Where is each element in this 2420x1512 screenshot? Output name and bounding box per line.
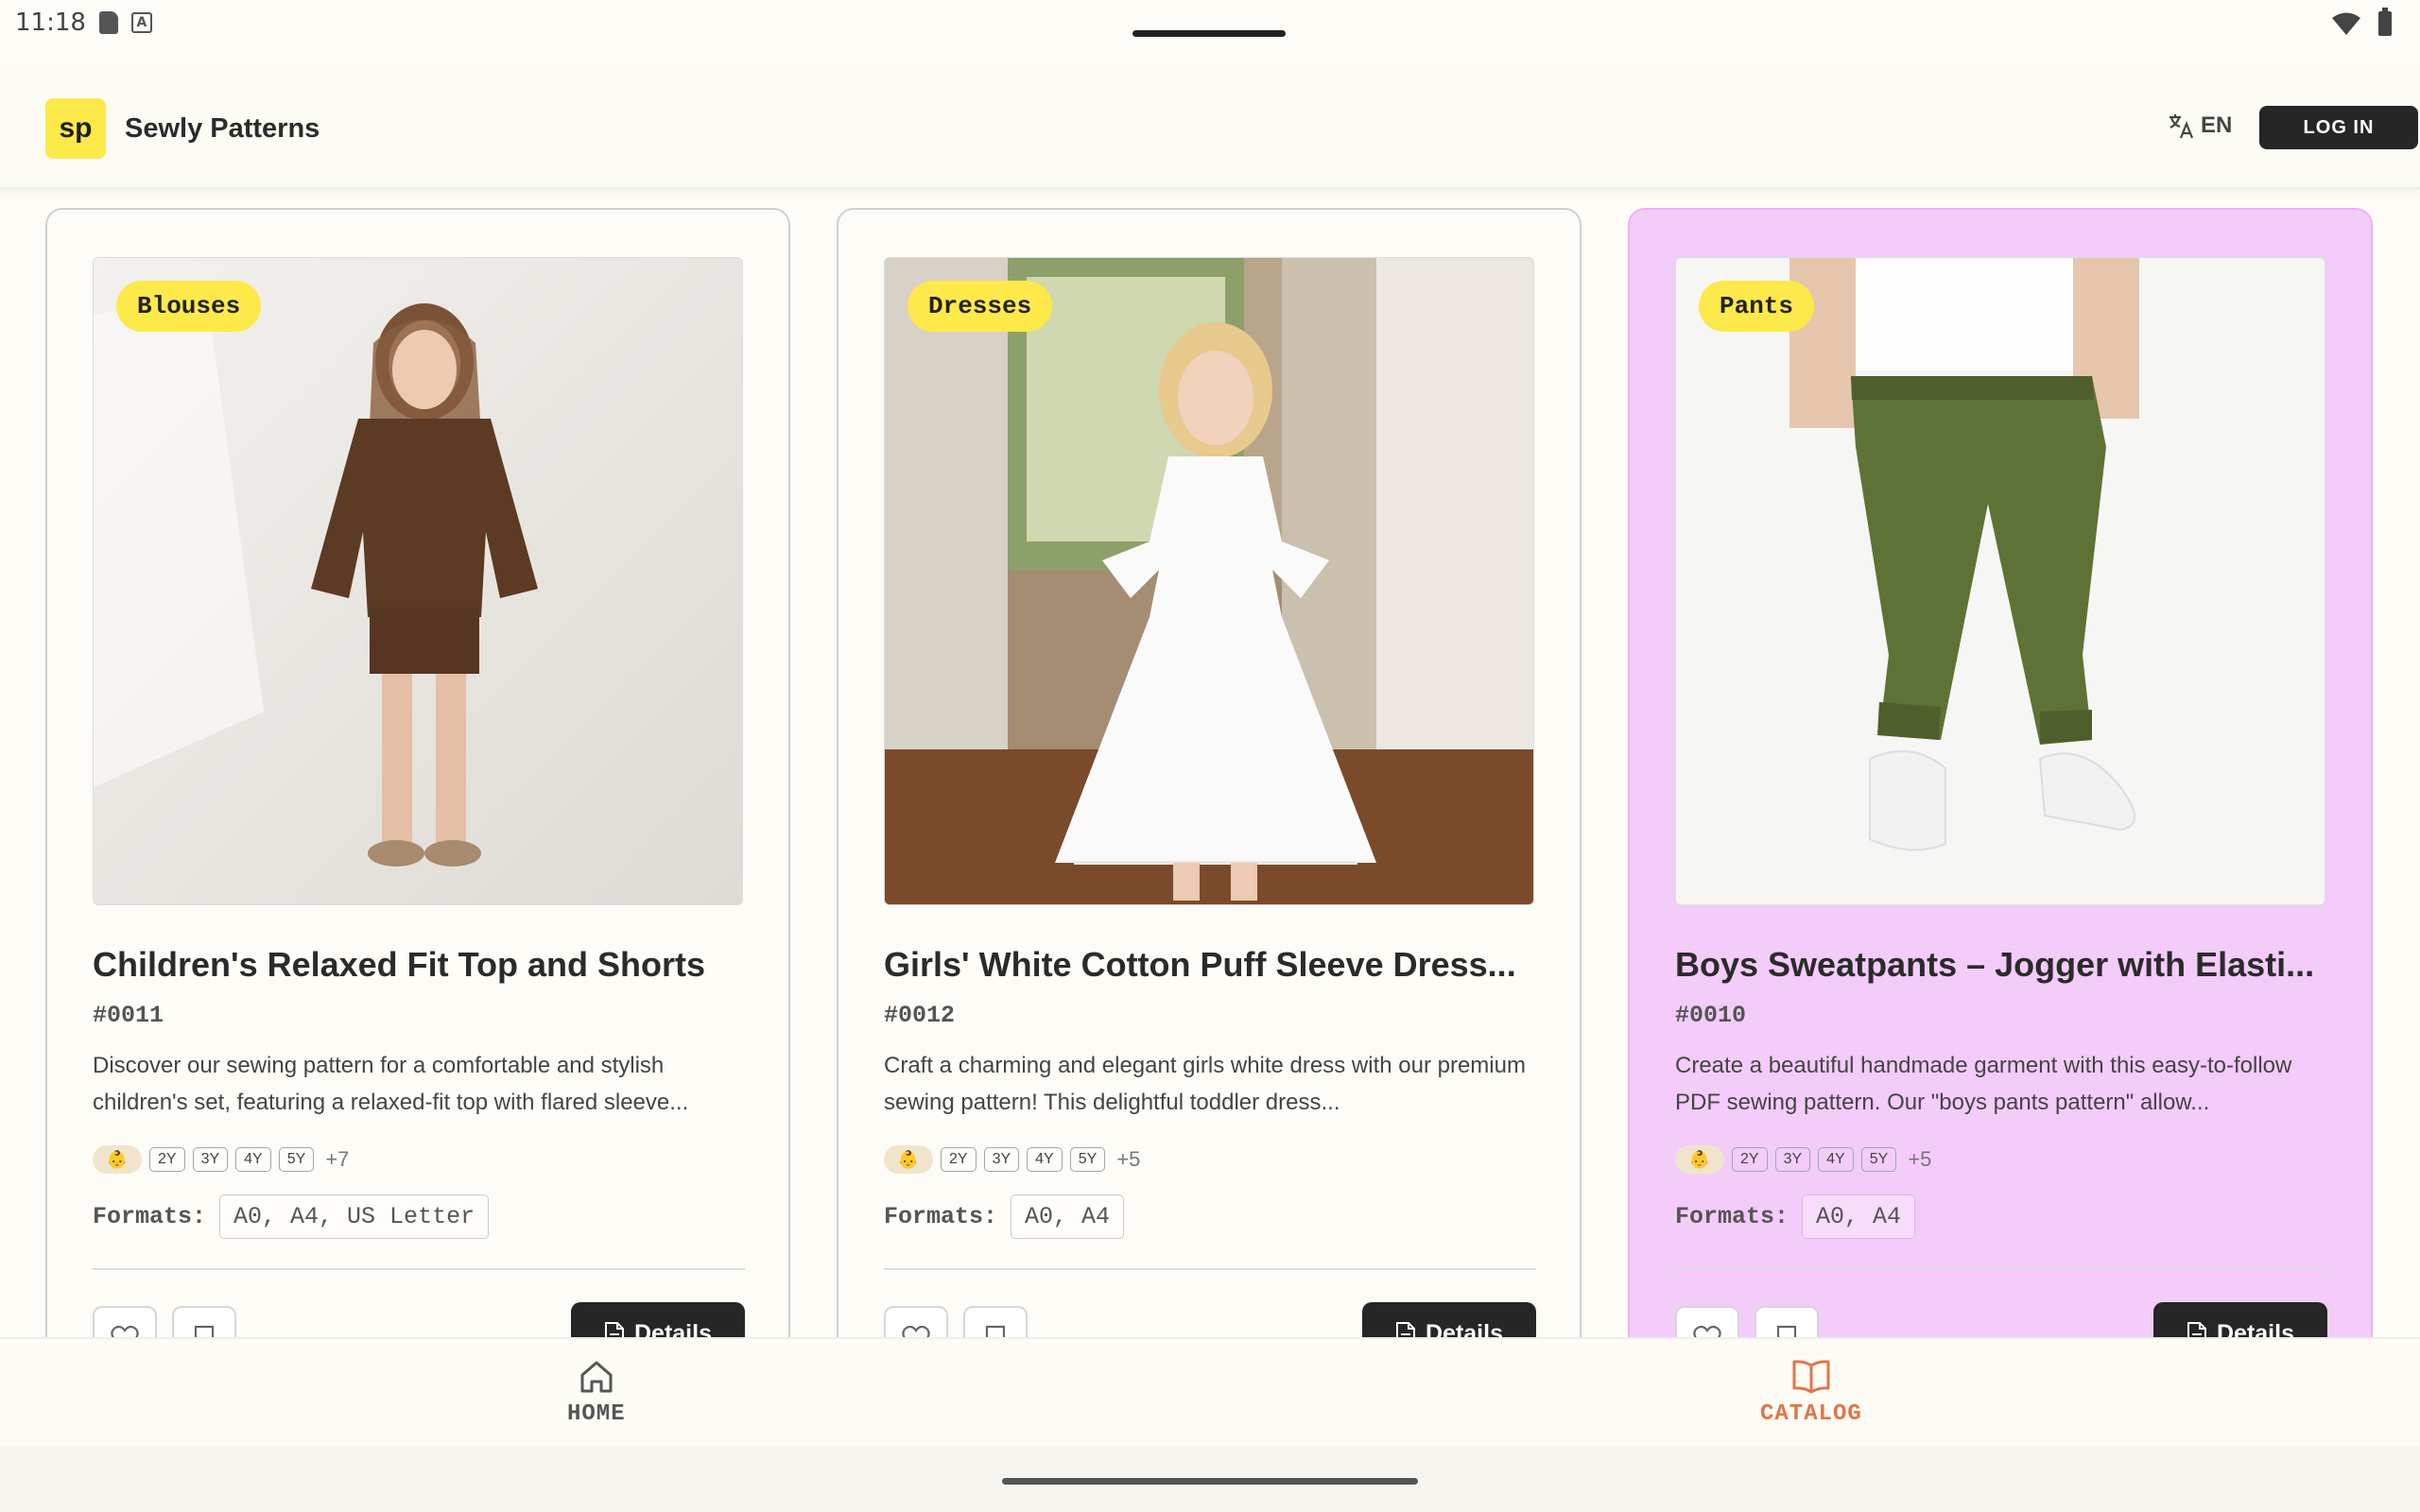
size-chip: 5Y [1069, 1147, 1106, 1172]
gesture-bar[interactable] [1002, 1478, 1418, 1485]
nav-catalog[interactable]: CATALOG [1760, 1358, 1862, 1427]
category-badge: Blouses [116, 281, 262, 332]
card-description: Discover our sewing pattern for a comfor… [93, 1053, 689, 1115]
category-badge: Pants [1699, 281, 1815, 332]
wifi-icon [2332, 12, 2360, 35]
more-sizes: +7 [325, 1147, 350, 1171]
size-chip: 5Y [278, 1147, 315, 1172]
brand[interactable]: sp Sewly Patterns [45, 98, 320, 159]
category-badge: Dresses [908, 281, 1053, 332]
document-icon [2187, 1322, 2206, 1337]
more-sizes: +5 [1908, 1147, 1932, 1171]
formats-value: A0, A4 [1802, 1194, 1916, 1239]
app-header: sp Sewly Patterns EN LOG IN [0, 66, 2420, 189]
pattern-card[interactable]: Pants Boys Sweatpants – Jogger with Elas… [1628, 208, 2373, 1337]
card-description: Create a beautiful handmade garment with… [1675, 1053, 2292, 1115]
size-list: 👶 2Y 3Y 4Y 5Y +5 [1675, 1145, 1931, 1174]
login-button[interactable]: LOG IN [2259, 106, 2418, 149]
language-label: EN [2201, 112, 2233, 138]
home-icon [580, 1361, 613, 1393]
formats-row: Formats: A0, A4 [884, 1194, 1125, 1239]
details-button[interactable]: Details [571, 1302, 745, 1337]
divider [1675, 1268, 2327, 1270]
baby-icon: 👶 [93, 1145, 142, 1174]
nav-home-label: HOME [567, 1401, 626, 1427]
details-button[interactable]: Details [1362, 1302, 1536, 1337]
product-image[interactable]: Pants [1675, 257, 2325, 905]
size-chip: 5Y [1860, 1147, 1897, 1172]
battery-icon [2378, 8, 2392, 36]
bookmark-button[interactable] [1754, 1306, 1819, 1337]
size-list: 👶 2Y 3Y 4Y 5Y +5 [884, 1145, 1140, 1174]
formats-label: Formats: [93, 1203, 207, 1230]
details-label: Details [2217, 1319, 2294, 1338]
bookmark-icon [1776, 1325, 1797, 1337]
bookmark-button[interactable] [963, 1306, 1028, 1337]
card-title[interactable]: Boys Sweatpants – Jogger with Elasti... [1675, 945, 2327, 985]
document-icon [1396, 1322, 1415, 1337]
details-label: Details [634, 1319, 712, 1338]
size-chip: 2Y [941, 1147, 977, 1172]
bookmark-button[interactable] [172, 1306, 236, 1337]
top-handle [1132, 30, 1286, 37]
translate-icon [2169, 114, 2194, 139]
heart-icon [1693, 1325, 1721, 1337]
size-list: 👶 2Y 3Y 4Y 5Y +7 [93, 1145, 349, 1174]
formats-row: Formats: A0, A4, US Letter [93, 1194, 490, 1239]
formats-label: Formats: [1675, 1203, 1789, 1230]
book-icon [1792, 1360, 1830, 1394]
formats-value: A0, A4, US Letter [219, 1194, 490, 1239]
size-chip: 2Y [1732, 1147, 1768, 1172]
details-button[interactable]: Details [2153, 1302, 2327, 1337]
baby-icon: 👶 [884, 1145, 933, 1174]
divider [93, 1268, 745, 1270]
card-title[interactable]: Children's Relaxed Fit Top and Shorts [93, 945, 745, 985]
pattern-card[interactable]: Blouses Children's Relaxed Fit Top and S… [45, 208, 790, 1337]
bottom-navigation: HOME CATALOG [0, 1337, 2420, 1446]
favorite-button[interactable] [1675, 1306, 1739, 1337]
pattern-code: #0010 [1675, 1002, 1747, 1029]
size-chip: 3Y [192, 1147, 229, 1172]
document-icon [605, 1322, 624, 1337]
pattern-list: Blouses Children's Relaxed Fit Top and S… [0, 208, 2420, 1337]
bookmark-icon [194, 1325, 215, 1337]
status-right [2331, 8, 2392, 36]
nav-home[interactable]: HOME [567, 1358, 626, 1427]
size-chip: 2Y [149, 1147, 185, 1172]
nav-catalog-label: CATALOG [1760, 1401, 1862, 1427]
language-switcher[interactable]: EN [2167, 112, 2232, 140]
brand-name: Sewly Patterns [125, 112, 320, 144]
size-chip: 3Y [1774, 1147, 1811, 1172]
size-chip: 3Y [983, 1147, 1020, 1172]
formats-row: Formats: A0, A4 [1675, 1194, 1916, 1239]
formats-value: A0, A4 [1011, 1194, 1125, 1239]
logo: sp [45, 98, 106, 159]
product-image[interactable]: Blouses [93, 257, 743, 905]
formats-label: Formats: [884, 1203, 998, 1230]
divider [884, 1268, 1536, 1270]
size-chip: 4Y [235, 1147, 271, 1172]
pattern-card[interactable]: Dresses Girls' White Cotton Puff Sleeve … [837, 208, 1582, 1337]
heart-icon [111, 1325, 139, 1337]
status-bar: 11:18 A [0, 0, 2420, 45]
favorite-button[interactable] [93, 1306, 157, 1337]
pattern-code: #0012 [884, 1002, 956, 1029]
pattern-code: #0011 [93, 1002, 164, 1029]
heart-icon [902, 1325, 930, 1337]
size-chip: 4Y [1027, 1147, 1063, 1172]
baby-icon: 👶 [1675, 1145, 1724, 1174]
bookmark-icon [985, 1325, 1006, 1337]
size-chip: 4Y [1818, 1147, 1854, 1172]
details-label: Details [1426, 1319, 1503, 1338]
sd-card-icon [98, 11, 118, 34]
product-image[interactable]: Dresses [884, 257, 1534, 905]
keyboard-a-icon: A [130, 12, 152, 33]
favorite-button[interactable] [884, 1306, 948, 1337]
status-time: 11:18 [15, 9, 86, 37]
card-description: Craft a charming and elegant girls white… [884, 1053, 1526, 1115]
more-sizes: +5 [1116, 1147, 1141, 1171]
card-title[interactable]: Girls' White Cotton Puff Sleeve Dress... [884, 945, 1536, 985]
